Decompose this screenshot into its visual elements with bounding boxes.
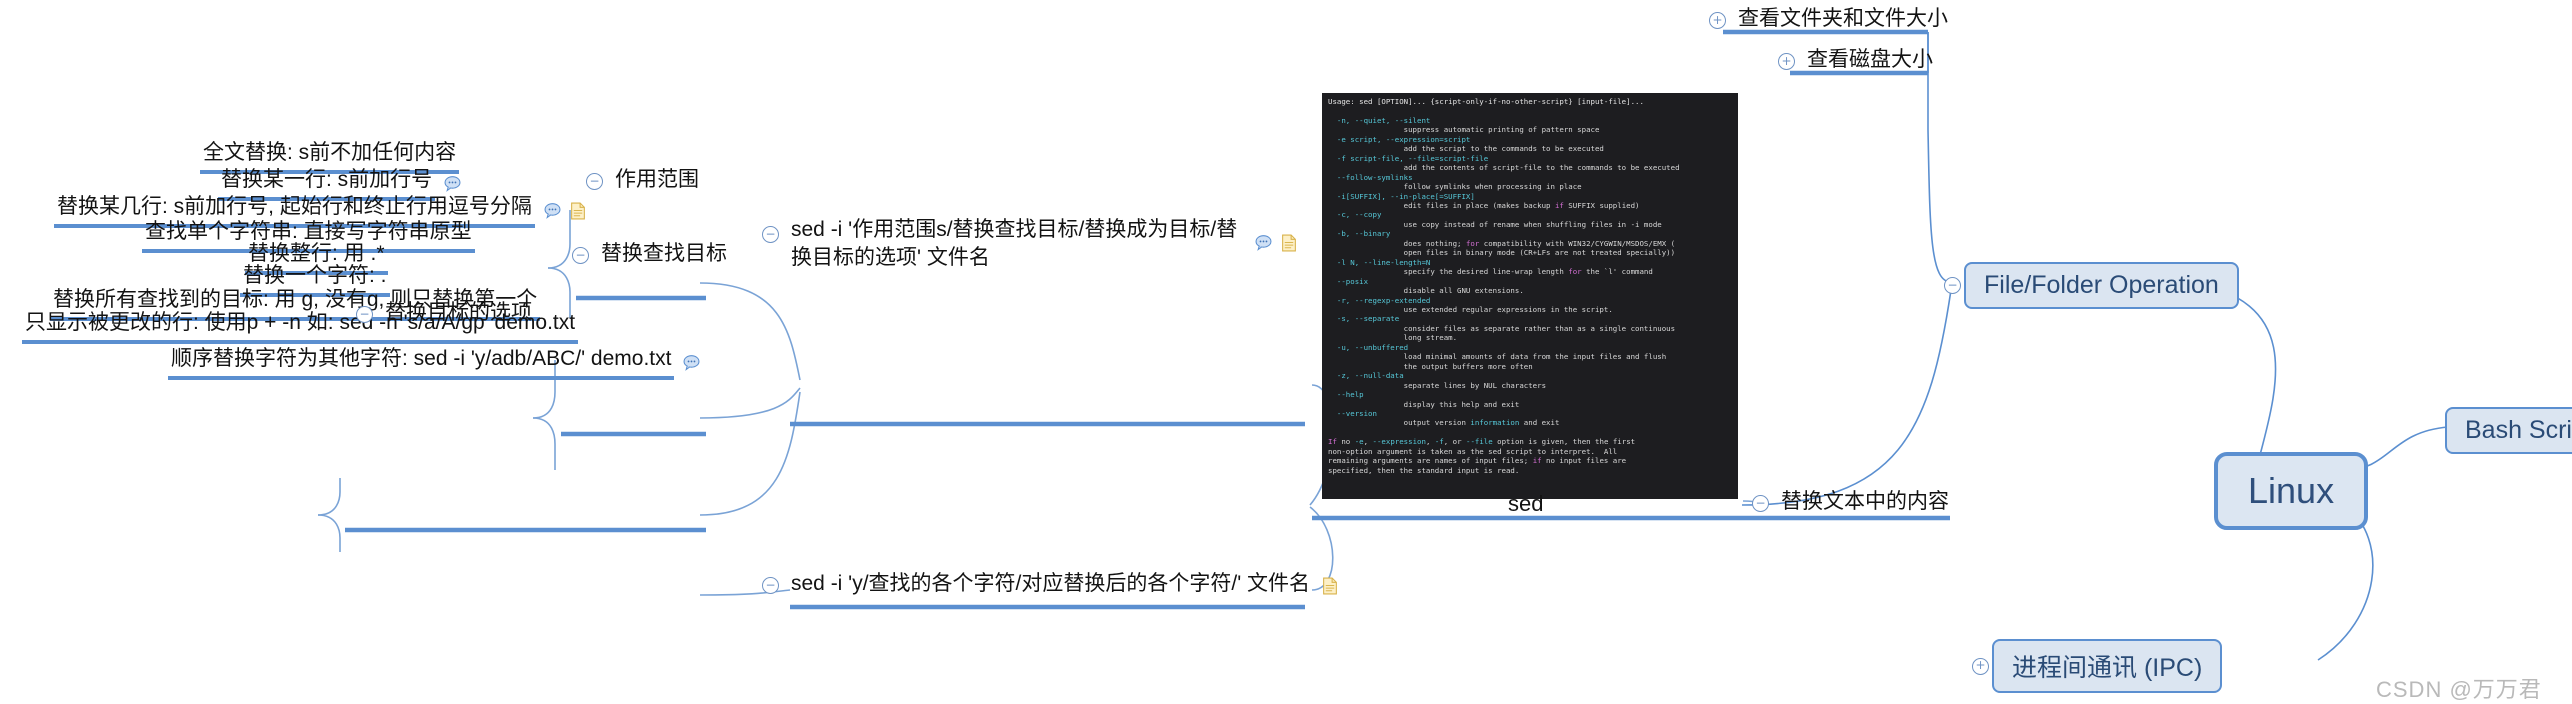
collapse-toggle-file-folder[interactable]: − [1944, 277, 1961, 294]
comment-icon[interactable] [1255, 234, 1272, 251]
root-label[interactable]: Linux [2214, 452, 2369, 530]
note-icon[interactable] [1281, 234, 1297, 252]
collapse-toggle-target-options[interactable]: − [356, 306, 373, 324]
expand-toggle-ipc[interactable]: + [1972, 657, 1989, 675]
file-folder-operation-label[interactable]: File/Folder Operation [1964, 262, 2239, 309]
sed-substitute-node[interactable]: − sed -i '作用范围s/替换查找目标/替换成为目标/替换目标的选项' 文… [762, 216, 1322, 276]
root-node[interactable]: Linux [2214, 452, 2369, 530]
collapse-toggle-sed-transliterate[interactable]: − [762, 577, 779, 595]
expand-toggle-disk-size[interactable]: + [1778, 53, 1795, 71]
bash-script-node[interactable]: Bash Script + [2445, 407, 2572, 454]
bash-script-label[interactable]: Bash Script [2445, 407, 2572, 454]
find-target-node[interactable]: − 替换查找目标 [572, 240, 730, 271]
target-options-node[interactable]: − 替换目标的选项 [356, 299, 535, 330]
comment-icon[interactable] [683, 354, 700, 372]
sed-help-terminal: Usage: sed [OPTION]... {script-only-if-n… [1322, 93, 1738, 499]
find-target-label: 替换查找目标 [601, 242, 727, 265]
sed-transliterate-label: sed -i 'y/查找的各个字符/对应替换后的各个字符/' 文件名 [791, 572, 1311, 595]
comment-icon[interactable] [544, 202, 561, 220]
text-replace-node[interactable]: − 替换文本中的内容 [1752, 488, 1952, 519]
file-folder-child-1-label: 查看磁盘大小 [1807, 48, 1933, 71]
ipc-node[interactable]: + 进程间通讯 (IPC) [1972, 639, 2223, 693]
mindmap-canvas: 全文替换: s前不加任何内容 替换某一行: s前加行号 替换某几行: s前加行号… [0, 0, 2572, 702]
sed-transliterate-node[interactable]: − sed -i 'y/查找的各个字符/对应替换后的各个字符/' 文件名 [762, 570, 1338, 601]
file-folder-child-1[interactable]: + 查看磁盘大小 [1778, 46, 1936, 77]
text-replace-label: 替换文本中的内容 [1781, 490, 1949, 513]
collapse-toggle-sed-substitute[interactable]: − [762, 226, 779, 243]
sed-substitute-label: sed -i '作用范围s/替换查找目标/替换成为目标/替换目标的选项' 文件名 [791, 218, 1238, 270]
file-folder-child-0-label: 查看文件夹和文件大小 [1738, 7, 1948, 30]
scope-node[interactable]: − 作用范围 [586, 166, 702, 197]
file-folder-operation-node[interactable]: − File/Folder Operation [1944, 262, 2239, 309]
note-icon[interactable] [1322, 577, 1338, 595]
sed-caption: sed [1508, 491, 1544, 516]
csdn-watermark: CSDN @万万君 [2376, 677, 2542, 702]
collapse-toggle-scope[interactable]: − [586, 173, 603, 191]
file-folder-child-0[interactable]: + 查看文件夹和文件大小 [1709, 5, 1951, 36]
collapse-toggle-text-replace[interactable]: − [1752, 495, 1769, 513]
comment-icon[interactable] [444, 175, 461, 193]
target-options-label: 替换目标的选项 [385, 301, 532, 324]
transliterate-child[interactable]: 顺序替换字符为其他字符: sed -i 'y/adb/ABC/' demo.tx… [168, 345, 700, 381]
scope-label: 作用范围 [615, 168, 699, 191]
expand-toggle-folder-size[interactable]: + [1709, 12, 1726, 30]
note-icon[interactable] [570, 202, 586, 220]
transliterate-child-label: 顺序替换字符为其他字符: sed -i 'y/adb/ABC/' demo.tx… [168, 345, 675, 381]
collapse-toggle-find-target[interactable]: − [572, 247, 589, 265]
ipc-label[interactable]: 进程间通讯 (IPC) [1992, 639, 2223, 693]
